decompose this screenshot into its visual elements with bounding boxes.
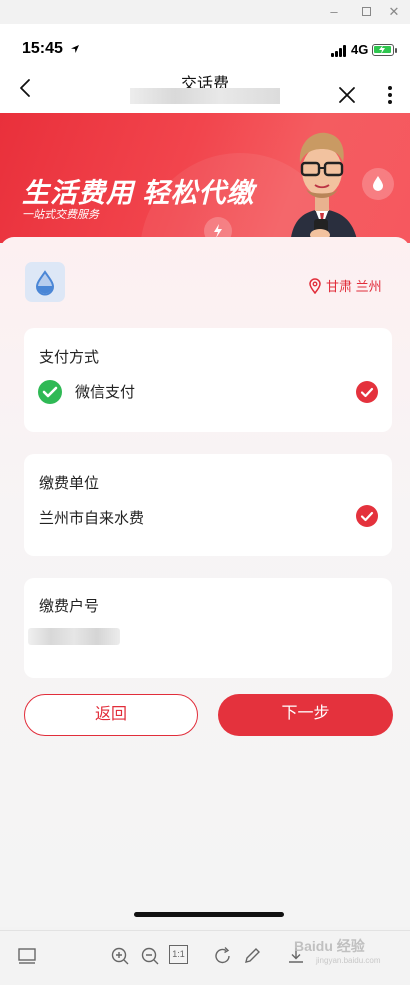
payment-method-card: 支付方式 微信支付	[24, 328, 392, 432]
location-arrow-icon	[71, 45, 79, 53]
back-button[interactable]: 返回	[24, 694, 198, 736]
watermark-url: jingyan.baidu.com	[316, 956, 381, 965]
close-window-button[interactable]: ✕	[386, 4, 402, 20]
more-icon[interactable]	[380, 82, 400, 108]
payment-unit-label: 缴费单位	[39, 475, 100, 492]
water-drop-icon	[25, 262, 65, 302]
mascot-illustration	[290, 132, 358, 243]
close-icon[interactable]	[334, 82, 360, 108]
minimize-button[interactable]: –	[326, 4, 342, 20]
account-number-label: 缴费户号	[39, 598, 100, 615]
banner-title: 生活费用 轻松代缴	[22, 178, 255, 208]
next-step-button[interactable]: 下一步	[218, 694, 393, 736]
actual-size-button[interactable]: 1:1	[169, 945, 188, 964]
water-drop-bubble-icon	[362, 168, 394, 200]
maximize-button[interactable]	[358, 4, 374, 20]
window-title-bar: – ✕	[0, 0, 410, 24]
panel-icon[interactable]	[16, 945, 38, 967]
payment-unit-value[interactable]: 兰州市自来水费	[39, 507, 144, 528]
account-number-input-blurred[interactable]	[28, 628, 120, 645]
zoom-out-icon[interactable]	[139, 945, 161, 967]
checkmark-icon[interactable]	[355, 380, 379, 404]
rotate-icon[interactable]	[212, 945, 234, 967]
page-subtitle-blurred	[130, 88, 280, 104]
home-indicator[interactable]	[134, 912, 284, 917]
network-type: 4G	[351, 42, 369, 57]
status-time: 15:45	[22, 40, 63, 57]
payment-method-label: 支付方式	[39, 349, 100, 366]
location-pin-icon	[309, 277, 321, 294]
location-text: 甘肃 兰州	[326, 279, 382, 294]
promo-banner[interactable]: 生活费用 轻松代缴 一站式交费服务	[0, 113, 410, 243]
edit-pencil-icon[interactable]	[241, 945, 263, 967]
wechat-pay-icon	[38, 380, 62, 404]
watermark-logo: Baidu 经验	[294, 938, 365, 954]
nav-header: 交话费	[0, 62, 410, 114]
signal-icon	[331, 45, 349, 57]
payment-method-value[interactable]: 微信支付	[75, 381, 135, 402]
location-selector[interactable]: 甘肃 兰州	[308, 276, 382, 295]
payment-unit-card: 缴费单位 兰州市自来水费	[24, 454, 392, 556]
zoom-in-icon[interactable]	[109, 945, 131, 967]
checkmark-icon[interactable]	[355, 504, 379, 528]
battery-icon	[372, 44, 394, 56]
banner-subtitle: 一站式交费服务	[22, 209, 99, 221]
